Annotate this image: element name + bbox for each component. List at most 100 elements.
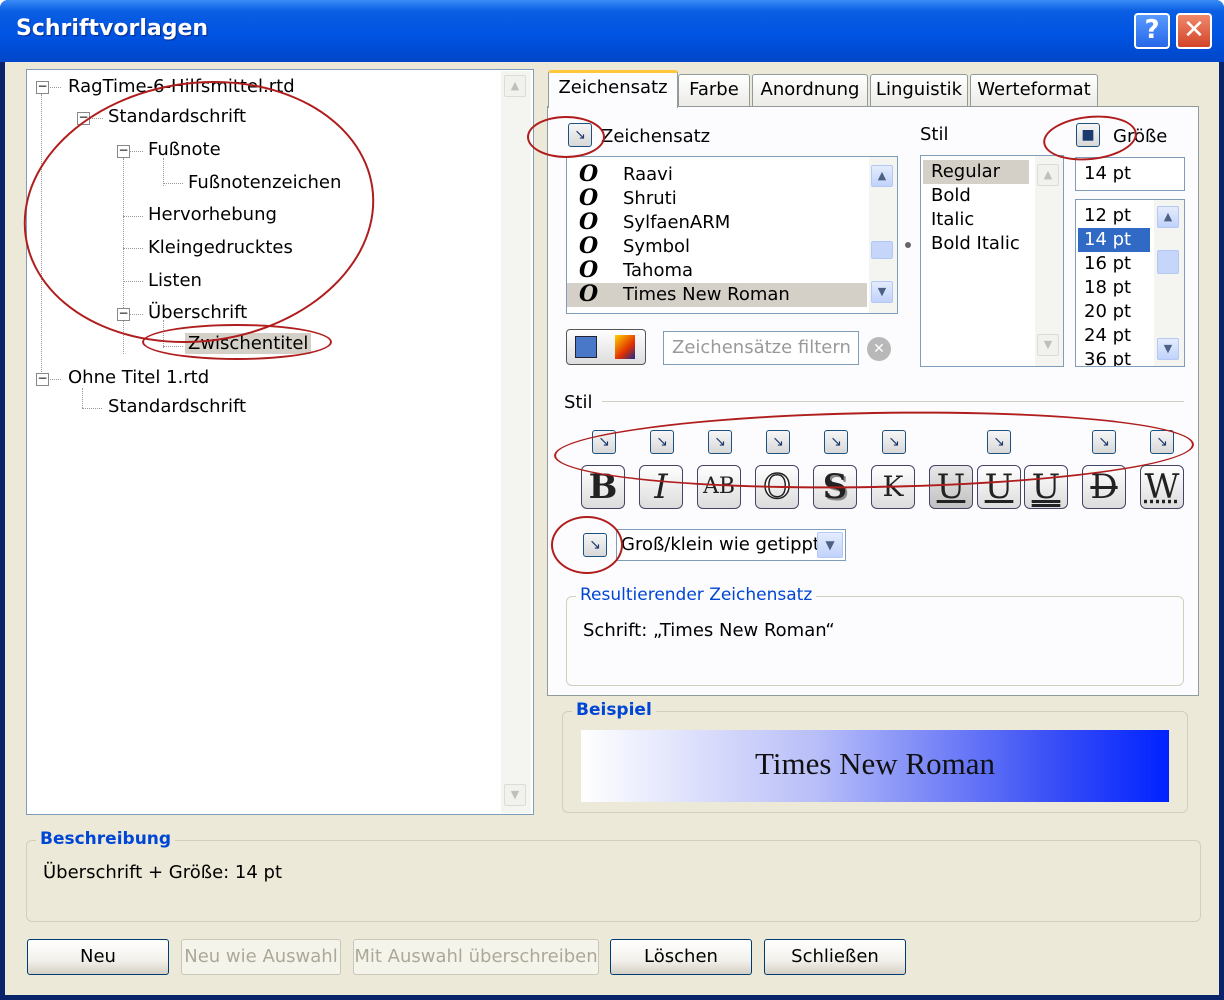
double-underline-style-button[interactable]: U [1024,465,1068,509]
scroll-up-arrow-icon[interactable]: ▲ [1157,206,1179,228]
font-list-item[interactable]: O Tahoma [567,258,867,283]
size-list-item[interactable]: 16 pt [1078,252,1131,276]
case-dropdown[interactable]: Groß/klein wie getippt ▼ [616,529,846,561]
bold-inherit-toggle-icon[interactable]: ↘ [592,430,616,454]
case-inherit-toggle-icon[interactable]: ↘ [583,533,607,557]
tab-linguistik[interactable]: Linguistik [870,74,968,106]
tree-connector [163,158,164,186]
collapse-toggle[interactable]: − [77,111,90,125]
style-tree[interactable]: − − − − − RagTime-6-Hilfsmittel.rtd Stan… [26,69,534,815]
collapse-toggle[interactable]: − [36,80,49,94]
word-underline-style-button[interactable]: U [977,465,1021,509]
strike-inherit-toggle-icon[interactable]: ↘ [1092,430,1116,454]
style-list-item[interactable]: Bold [923,184,971,208]
style-list-scrollbar[interactable]: ▲ ▼ [1035,156,1063,366]
outline-inherit-toggle-icon[interactable]: ↘ [766,430,790,454]
size-toggle-icon[interactable]: ■ [1076,123,1100,147]
smallcaps-inherit-toggle-icon[interactable]: ↘ [708,430,732,454]
size-list-item[interactable]: 20 pt [1078,300,1131,324]
tree-item-standardschrift-2[interactable]: Standardschrift [108,396,246,417]
tree-item-fussnotenzeichen[interactable]: Fußnotenzeichen [188,172,341,193]
superscript-inherit-toggle-icon[interactable]: ↘ [882,430,906,454]
close-window-button[interactable]: ✕ [1176,13,1212,49]
style-list[interactable]: Regular Bold Italic Bold Italic ▲ ▼ [920,155,1064,367]
scroll-thumb[interactable] [1157,250,1179,274]
size-list-scrollbar[interactable]: ▲ ▼ [1154,200,1184,366]
size-list-item[interactable]: 36 pt [1078,348,1131,366]
bold-style-button[interactable]: B [581,465,625,509]
style-label: Stil [920,124,949,145]
delete-button[interactable]: Löschen [610,939,752,975]
tree-connector [123,281,143,282]
font-list-item[interactable]: O Raavi [567,162,867,187]
font-filter-input[interactable]: Zeichensätze filtern [663,331,859,365]
tree-item-kleingedrucktes[interactable]: Kleingedrucktes [148,237,293,258]
title-bar[interactable]: Schriftvorlagen ? ✕ [0,0,1224,62]
tab-werteformat[interactable]: Werteformat [970,74,1098,106]
underline-inherit-toggle-icon[interactable]: ↘ [987,430,1011,454]
font-list-scrollbar[interactable]: ▲ ▼ [869,157,897,313]
superscript-style-button[interactable]: K [871,465,915,509]
scroll-down-arrow-icon[interactable]: ▼ [1157,338,1179,360]
font-list-item[interactable]: O Symbol [567,233,867,259]
new-like-selection-button[interactable]: Neu wie Auswahl [181,939,341,975]
font-list-item[interactable]: O SylfaenARM [567,210,867,235]
shadow-inherit-toggle-icon[interactable]: ↘ [824,430,848,454]
size-list-item[interactable]: 12 pt [1078,204,1150,228]
collapse-toggle[interactable]: − [117,307,130,321]
size-list[interactable]: 12 pt 14 pt 16 pt 18 pt 20 pt 24 pt 36 p… [1075,199,1185,367]
shadow-style-button[interactable]: S [813,465,857,509]
scroll-up-arrow-icon[interactable]: ▲ [871,165,893,187]
tree-connector [129,151,143,152]
tree-item-ueberschrift[interactable]: Überschrift [148,302,247,323]
chevron-down-icon[interactable]: ▼ [817,532,843,558]
font-inherit-toggle-icon[interactable]: ↘ [568,123,592,147]
dialog-window: Schriftvorlagen ? ✕ − − − − − RagTime-6-… [0,0,1224,1000]
scroll-thumb[interactable] [871,241,893,259]
scroll-down-arrow-icon[interactable]: ▼ [1037,334,1059,356]
italic-inherit-toggle-icon[interactable]: ↘ [650,430,674,454]
scroll-up-arrow-icon[interactable]: ▲ [504,75,526,97]
tree-item-hervorhebung[interactable]: Hervorhebung [148,204,277,225]
opentype-font-icon: O [579,233,599,259]
new-button[interactable]: Neu [27,939,169,975]
font-list[interactable]: O Raavi O Shruti O SylfaenARM O Symbol O… [566,156,898,314]
style-list-item[interactable]: Bold Italic [923,232,1020,256]
overwrite-with-selection-button[interactable]: Mit Auswahl überschreiben [353,939,599,975]
opentype-font-icon: O [579,281,599,307]
tab-zeichensatz[interactable]: Zeichensatz [548,70,678,108]
close-button[interactable]: Schließen [764,939,906,975]
style-list-item-selected[interactable]: Regular [923,160,1029,184]
tree-item-zwischentitel[interactable]: Zwischentitel [185,333,312,354]
small-caps-style-button[interactable]: AB [697,465,741,509]
size-list-item-selected[interactable]: 14 pt [1078,228,1150,252]
tab-anordnung[interactable]: Anordnung [752,74,868,106]
size-list-item[interactable]: 24 pt [1078,324,1131,348]
tab-farbe[interactable]: Farbe [678,74,750,106]
tree-item-document[interactable]: RagTime-6-Hilfsmittel.rtd [68,76,295,97]
tree-scrollbar[interactable]: ▲ ▼ [501,71,531,813]
underline-style-button[interactable]: U [929,465,973,509]
outline-style-button[interactable]: O [755,465,799,509]
help-button[interactable]: ? [1134,13,1170,49]
font-type-toggle[interactable] [566,329,646,365]
font-list-item-selected[interactable]: O Times New Roman [567,281,867,307]
tree-item-standardschrift[interactable]: Standardschrift [108,106,246,127]
collapse-toggle[interactable]: − [36,372,49,386]
font-list-item[interactable]: O Shruti [567,186,867,211]
italic-style-button[interactable]: I [639,465,683,509]
size-list-item[interactable]: 18 pt [1078,276,1131,300]
strikethrough-style-button[interactable]: D [1082,465,1126,509]
clear-filter-icon[interactable]: ✕ [867,337,891,361]
scroll-down-arrow-icon[interactable]: ▼ [504,784,526,806]
wavy-inherit-toggle-icon[interactable]: ↘ [1150,430,1174,454]
tree-item-listen[interactable]: Listen [148,270,202,291]
style-list-item[interactable]: Italic [923,208,974,232]
scroll-down-arrow-icon[interactable]: ▼ [871,281,893,303]
tree-item-fussnote[interactable]: Fußnote [148,139,221,160]
tree-item-document-2[interactable]: Ohne Titel 1.rtd [68,367,209,388]
collapse-toggle[interactable]: − [117,144,130,158]
size-input[interactable]: 14 pt [1075,157,1185,191]
scroll-up-arrow-icon[interactable]: ▲ [1037,164,1059,186]
wavy-underline-style-button[interactable]: W [1140,465,1184,509]
